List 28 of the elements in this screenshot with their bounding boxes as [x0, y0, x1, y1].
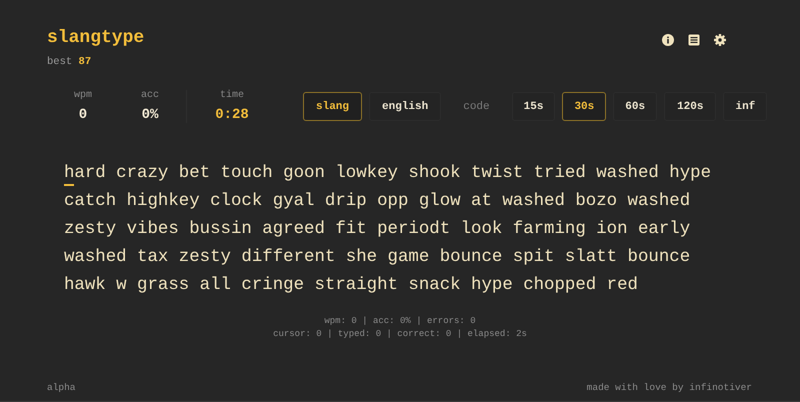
debug-stats: wpm: 0 | acc: 0% | errors: 0 — [324, 316, 476, 326]
best-score: best 87 — [47, 56, 92, 68]
mode-button[interactable]: slang — [303, 92, 362, 121]
app-title: slangtype — [47, 28, 144, 48]
word-line: hawk w grass all cringe straight snack hype chopped red — [64, 274, 638, 296]
version-label: alpha — [47, 382, 76, 393]
credit-text: made with love by infinotiver — [586, 382, 752, 393]
stat-value: 0% — [142, 107, 158, 123]
mode-button[interactable]: english — [369, 92, 442, 121]
stat-label: wpm — [74, 90, 92, 101]
duration-button[interactable]: 30s — [562, 92, 606, 121]
stat-label: time — [220, 90, 244, 101]
word-line: hard crazy bet touch goon lowkey shook twist tried washed hype — [64, 162, 712, 184]
list-icon[interactable] — [688, 34, 700, 46]
stat-label: acc — [140, 90, 159, 101]
stat-value: 0:28 — [215, 107, 249, 123]
duration-button[interactable]: inf — [723, 92, 768, 121]
duration-button[interactable]: 15s — [512, 92, 556, 121]
duration-button[interactable]: 120s — [664, 92, 716, 121]
word-line: catch highkey clock gyal drip opp glow at washed bozo washed — [64, 190, 690, 212]
debug-stats: cursor: 0 | typed: 0 | correct: 0 | elapsed: 2s — [273, 329, 527, 339]
settings-icon[interactable] — [714, 34, 726, 46]
text-cursor — [64, 184, 74, 186]
info-icon[interactable] — [662, 34, 674, 46]
word-line: zesty vibes bussin agreed fit periodt look farming ion early — [64, 218, 690, 240]
duration-button[interactable]: 60s — [613, 92, 658, 121]
stat-value: 0 — [78, 107, 88, 123]
word-line: washed tax zesty different she game bounce spit slatt bounce — [64, 246, 690, 268]
